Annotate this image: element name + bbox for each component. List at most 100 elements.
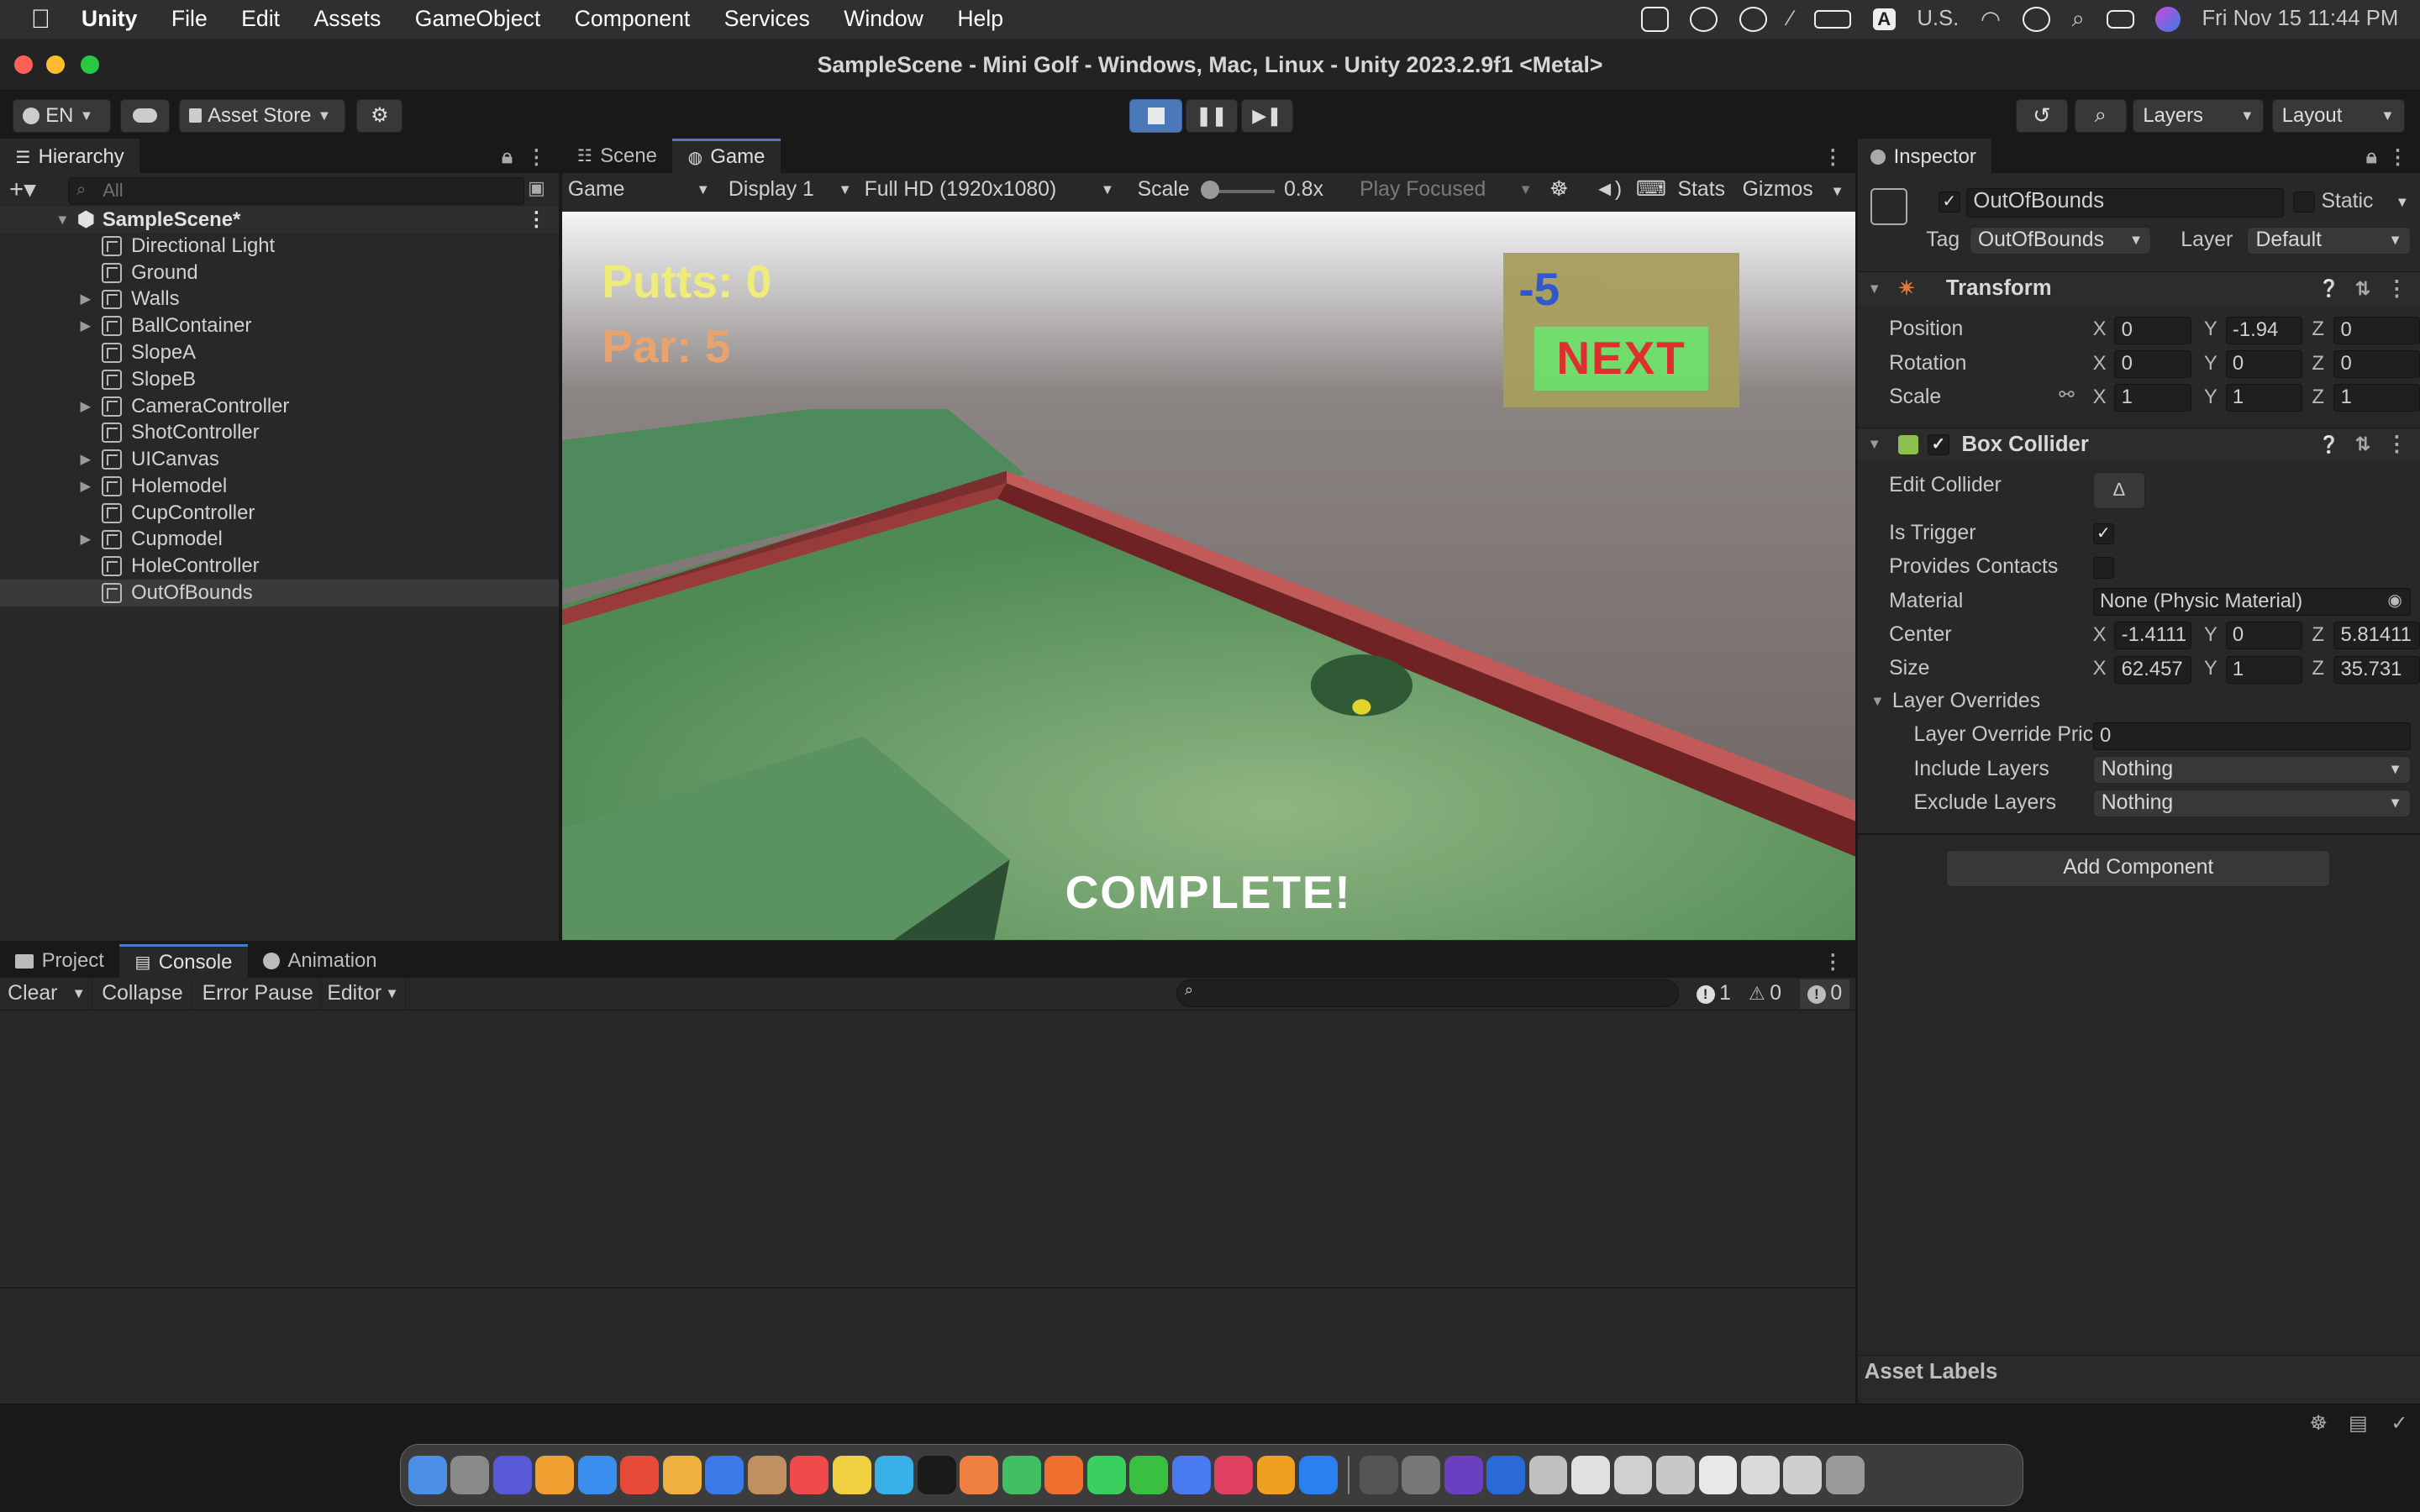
expand-arrow-icon[interactable]: ▶ bbox=[81, 531, 103, 548]
info-filter-toggle[interactable]: ! 1 bbox=[1688, 979, 1739, 1009]
dock-app-icon[interactable] bbox=[790, 1455, 829, 1494]
bug-icon[interactable]: ☸ bbox=[1549, 176, 1568, 205]
gizmos-button[interactable]: Gizmos bbox=[1743, 176, 1813, 205]
menu-window[interactable]: Window bbox=[844, 6, 923, 32]
layer-dropdown[interactable]: Default ▼ bbox=[2247, 226, 2411, 255]
more-icon[interactable]: ⋮ bbox=[1823, 145, 1843, 170]
layout-dropdown[interactable]: Layout ▼ bbox=[2271, 98, 2405, 133]
unity-hub-icon[interactable] bbox=[1640, 7, 1669, 32]
game-mode-dropdown[interactable]: Game ▼ bbox=[568, 176, 710, 205]
rotation-z-field[interactable]: 0 bbox=[2333, 349, 2420, 378]
expand-arrow-icon[interactable]: ▶ bbox=[81, 398, 103, 415]
scene-visibility-icon[interactable]: ▣ bbox=[528, 177, 545, 199]
include-layers-dropdown[interactable]: Nothing ▼ bbox=[2092, 755, 2411, 785]
editor-dropdown[interactable]: Editor ▼ bbox=[319, 979, 407, 1010]
dock-app-icon[interactable] bbox=[1359, 1455, 1398, 1494]
static-dropdown-icon[interactable]: ▼ bbox=[2396, 194, 2409, 211]
help-icon[interactable]: ❔ bbox=[2318, 434, 2339, 455]
axis-z-label[interactable]: Z bbox=[2312, 318, 2324, 341]
console-search-input[interactable]: ⌕ bbox=[1176, 979, 1680, 1008]
position-z-field[interactable]: 0 bbox=[2333, 316, 2420, 344]
dock-app-icon[interactable] bbox=[535, 1455, 575, 1494]
dock-app-icon[interactable] bbox=[1528, 1455, 1568, 1494]
hierarchy-item[interactable]: CupController bbox=[0, 500, 559, 526]
active-checkbox[interactable]: ✓ bbox=[1938, 191, 1960, 213]
expand-arrow-icon[interactable]: ▼ bbox=[1867, 436, 1889, 453]
edit-collider-button[interactable]: ∆ bbox=[2092, 472, 2146, 510]
cloud-sync-icon[interactable] bbox=[1690, 7, 1718, 32]
axis-z-label[interactable]: Z bbox=[2312, 352, 2324, 375]
dock-app-icon[interactable] bbox=[1825, 1455, 1865, 1494]
layers-dropdown[interactable]: Layers ▼ bbox=[2133, 98, 2265, 133]
dock-app-icon[interactable] bbox=[1486, 1455, 1525, 1494]
material-field[interactable]: None (Physic Material) bbox=[2092, 587, 2411, 616]
center-x-field[interactable]: -1.4111 bbox=[2114, 622, 2192, 650]
dock-app-icon[interactable] bbox=[1171, 1455, 1211, 1494]
dock-app-icon[interactable] bbox=[705, 1455, 744, 1494]
stop-button[interactable] bbox=[1129, 98, 1182, 133]
dock-app-icon[interactable] bbox=[450, 1455, 490, 1494]
dock-app-icon[interactable] bbox=[1698, 1455, 1738, 1494]
expand-arrow-icon[interactable]: ▶ bbox=[81, 291, 103, 307]
axis-z-label[interactable]: Z bbox=[2312, 657, 2324, 680]
axis-x-label[interactable]: X bbox=[2093, 318, 2107, 341]
object-name-field[interactable]: OutOfBounds bbox=[1965, 188, 2285, 218]
account-dropdown[interactable]: EN ▼ bbox=[12, 98, 112, 133]
stats-button[interactable]: Stats bbox=[1678, 176, 1725, 205]
cloud-button[interactable] bbox=[120, 98, 171, 133]
resolution-dropdown[interactable]: Full HD (1920x1080) ▼ bbox=[865, 176, 1115, 205]
presets-icon[interactable]: ⇅ bbox=[2355, 433, 2370, 455]
size-z-field[interactable]: 35.731 bbox=[2333, 655, 2420, 684]
dock-app-icon[interactable] bbox=[1783, 1455, 1823, 1494]
scale-z-field[interactable]: 1 bbox=[2333, 384, 2420, 412]
component-more-icon[interactable]: ⋮ bbox=[2386, 432, 2408, 457]
clock[interactable]: Fri Nov 15 11:44 PM bbox=[2202, 7, 2398, 31]
user-icon[interactable] bbox=[2022, 7, 2050, 32]
presets-icon[interactable]: ⇅ bbox=[2355, 278, 2370, 300]
hierarchy-item[interactable]: Directional Light bbox=[0, 233, 559, 259]
zoom-window-button[interactable] bbox=[80, 55, 99, 75]
wifi-icon[interactable]: ◠ bbox=[1981, 6, 2001, 33]
tab-animation[interactable]: Animation bbox=[248, 944, 392, 978]
mic-off-icon[interactable]: ∕ bbox=[1789, 7, 1792, 31]
dock-app-icon[interactable] bbox=[1740, 1455, 1780, 1494]
dock-app-icon[interactable] bbox=[1044, 1455, 1084, 1494]
error-filter-toggle[interactable]: ! 0 bbox=[1799, 979, 1850, 1010]
dock-app-icon[interactable] bbox=[917, 1455, 956, 1494]
expand-arrow-icon[interactable]: ▼ bbox=[1867, 281, 1889, 297]
scene-row[interactable]: ▼ ⬢ SampleScene* ⋮ bbox=[0, 207, 559, 234]
link-icon[interactable]: ⚯ bbox=[2059, 384, 2074, 406]
create-button[interactable]: +▾ bbox=[9, 175, 36, 204]
warning-filter-toggle[interactable]: ⚠ 0 bbox=[1741, 979, 1789, 1009]
more-icon[interactable]: ⋮ bbox=[526, 145, 546, 170]
size-y-field[interactable]: 1 bbox=[2225, 655, 2303, 684]
tab-inspector[interactable]: Inspector bbox=[1858, 139, 1992, 173]
transform-header[interactable]: ▼ ✴ Transform ❔ ⇅ ⋮ bbox=[1858, 271, 2420, 306]
dock-app-icon[interactable] bbox=[620, 1455, 660, 1494]
axis-x-label[interactable]: X bbox=[2093, 657, 2107, 680]
expand-arrow-icon[interactable]: ▶ bbox=[81, 318, 103, 334]
axis-x-label[interactable]: X bbox=[2093, 623, 2107, 647]
scale-slider-handle[interactable] bbox=[1200, 180, 1219, 199]
dock-app-icon[interactable] bbox=[1129, 1455, 1169, 1494]
dock-app-icon[interactable] bbox=[1571, 1455, 1610, 1494]
dock-app-icon[interactable] bbox=[1299, 1455, 1338, 1494]
axis-y-label[interactable]: Y bbox=[2204, 318, 2217, 341]
expand-arrow-icon[interactable]: ▼ bbox=[1870, 693, 1892, 710]
hierarchy-item[interactable]: SlopeB bbox=[0, 366, 559, 392]
menu-component[interactable]: Component bbox=[575, 6, 691, 32]
control-center-icon[interactable] bbox=[2106, 9, 2134, 29]
lock-icon[interactable]: 🔒︎ bbox=[502, 145, 513, 169]
box-collider-header[interactable]: ▼ ✓ Box Collider ❔ ⇅ ⋮ bbox=[1858, 427, 2420, 462]
expand-arrow-icon[interactable]: ▼ bbox=[55, 212, 77, 228]
game-viewport[interactable]: Putts: 0 Par: 5 -5 NEXT COMPLETE! bbox=[561, 211, 1855, 940]
asset-store-dropdown[interactable]: Asset Store ▼ bbox=[179, 98, 346, 133]
object-picker-icon[interactable]: ◉ bbox=[2387, 590, 2402, 611]
collapse-button[interactable]: Collapse bbox=[94, 979, 192, 1010]
version-control-button[interactable]: ⚙ bbox=[356, 98, 403, 133]
progress-check-icon[interactable]: ✓ bbox=[2391, 1411, 2407, 1436]
chevron-down-icon[interactable]: ▼ bbox=[72, 979, 86, 1009]
dock-app-icon[interactable] bbox=[662, 1455, 702, 1494]
axis-z-label[interactable]: Z bbox=[2312, 623, 2324, 647]
keyboard-icon[interactable]: ⌨ bbox=[1636, 176, 1666, 205]
